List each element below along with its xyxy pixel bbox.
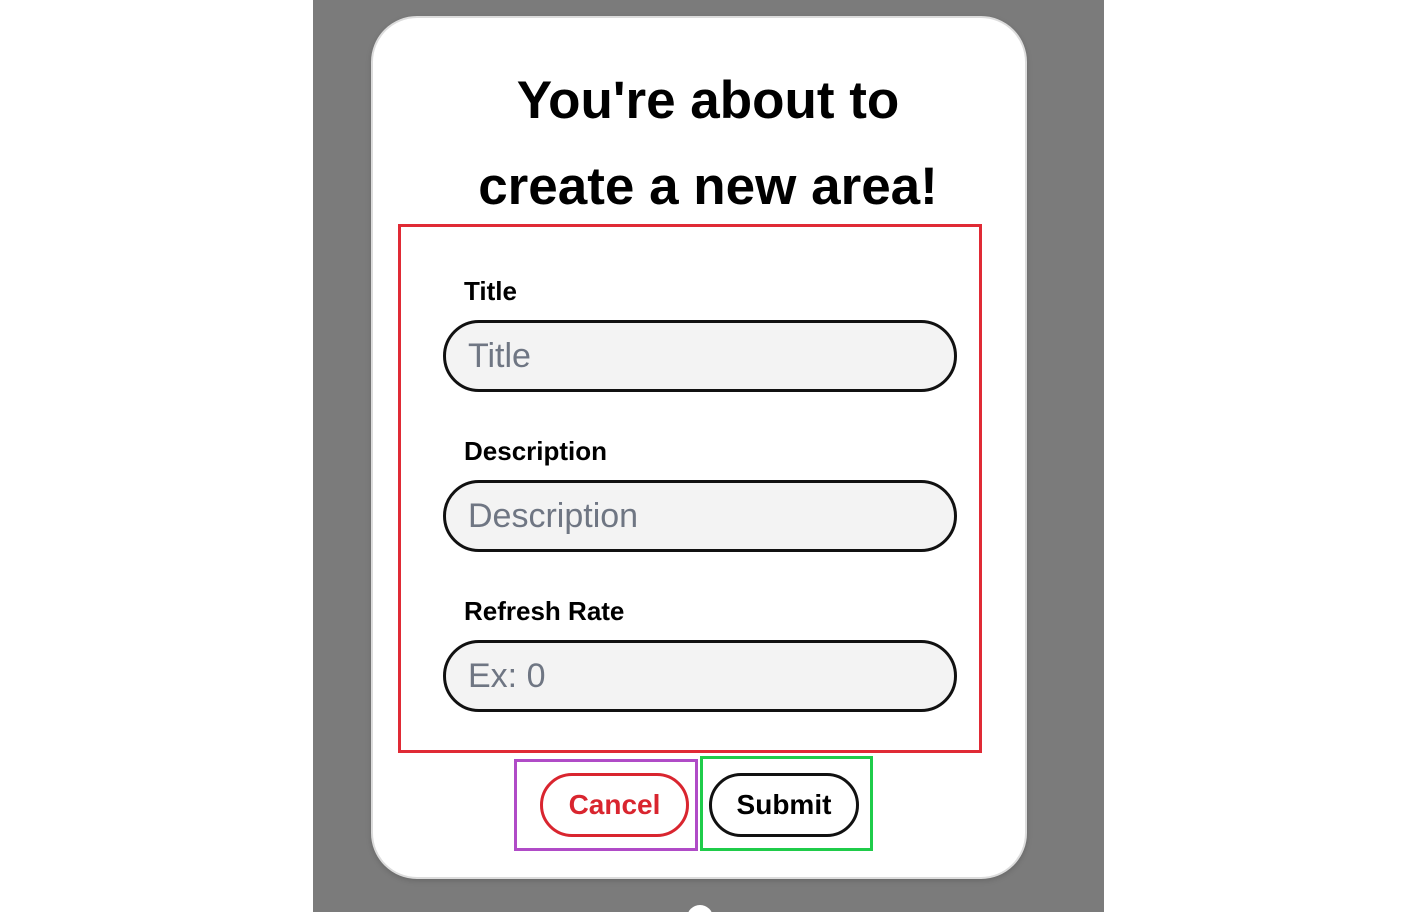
description-input[interactable] xyxy=(443,480,957,552)
dialog-title: You're about to create a new area! xyxy=(0,58,1416,230)
cancel-button[interactable]: Cancel xyxy=(540,773,689,837)
refresh-rate-label: Refresh Rate xyxy=(464,596,625,626)
dialog-title-line-1: You're about to xyxy=(516,71,900,130)
description-label: Description xyxy=(464,436,608,466)
dialog-title-line-2: create a new area! xyxy=(478,157,938,216)
submit-button[interactable]: Submit xyxy=(709,773,859,837)
backdrop-dot xyxy=(687,905,713,912)
title-input[interactable] xyxy=(443,320,957,392)
refresh-rate-input[interactable] xyxy=(443,640,957,712)
title-label: Title xyxy=(464,276,517,306)
